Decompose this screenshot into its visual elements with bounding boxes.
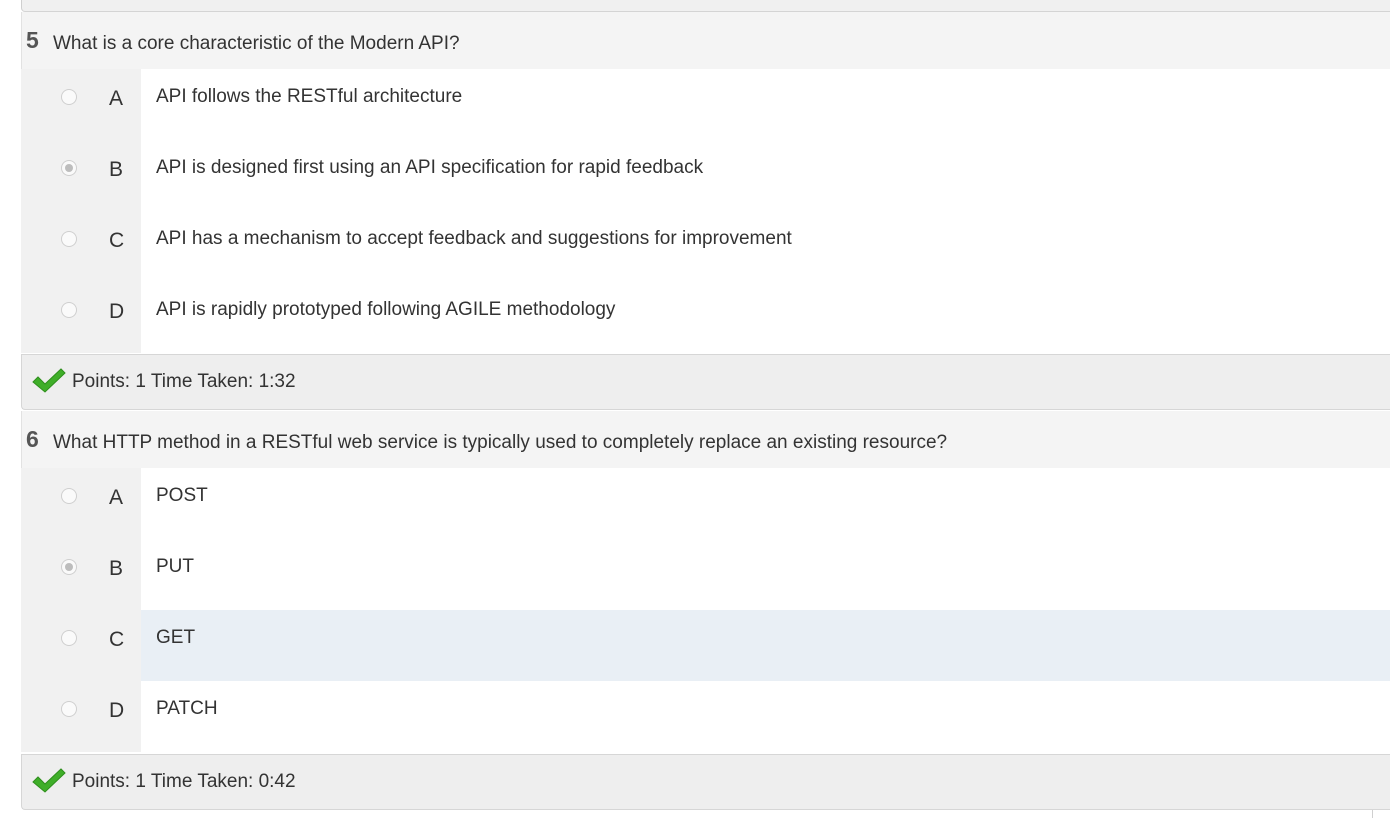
answer-option-b[interactable]: B PUT xyxy=(21,539,1390,610)
question-6-result: Points: 1 Time Taken: 0:42 xyxy=(21,754,1390,810)
answer-option-b[interactable]: B API is designed first using an API spe… xyxy=(21,140,1390,211)
answer-gutter: D xyxy=(21,681,141,752)
checkmark-icon xyxy=(32,768,66,793)
answer-list: A POST B PUT C GET D PATCH xyxy=(21,468,1390,752)
answer-option-d[interactable]: D API is rapidly prototyped following AG… xyxy=(21,282,1390,353)
answer-option-c[interactable]: C GET xyxy=(21,610,1390,681)
answer-letter: C xyxy=(109,229,125,252)
answer-letter: A xyxy=(109,87,124,110)
answer-gutter: A xyxy=(21,69,141,140)
radio-button[interactable] xyxy=(61,630,77,646)
answer-text: API has a mechanism to accept feedback a… xyxy=(156,228,792,249)
answer-gutter: A xyxy=(21,468,141,539)
radio-button[interactable] xyxy=(61,89,77,105)
question-6: 6 What HTTP method in a RESTful web serv… xyxy=(21,411,1390,752)
question-5-result: Points: 1 Time Taken: 1:32 xyxy=(21,354,1390,410)
radio-button[interactable] xyxy=(61,701,77,717)
answer-letter: A xyxy=(109,486,124,509)
radio-button[interactable] xyxy=(61,231,77,247)
answer-option-a[interactable]: A POST xyxy=(21,468,1390,539)
answer-body-hovered: GET xyxy=(141,610,1390,681)
question-number: 5 xyxy=(26,27,39,53)
question-header: 6 What HTTP method in a RESTful web serv… xyxy=(21,411,1390,468)
answer-option-a[interactable]: A API follows the RESTful architecture xyxy=(21,69,1390,140)
question-number: 6 xyxy=(26,426,39,452)
checkmark-icon xyxy=(32,368,66,393)
result-text: Points: 1 Time Taken: 1:32 xyxy=(72,371,296,392)
answer-gutter: D xyxy=(21,282,141,353)
answer-gutter: B xyxy=(21,539,141,610)
answer-gutter: C xyxy=(21,610,141,681)
radio-button-selected[interactable] xyxy=(61,559,77,575)
answer-gutter: C xyxy=(21,211,141,282)
answer-text: PATCH xyxy=(156,698,218,719)
answer-letter: D xyxy=(109,300,125,323)
answer-text: API is rapidly prototyped following AGIL… xyxy=(156,299,616,320)
scroll-edge-divider xyxy=(1372,810,1373,818)
answer-body: API follows the RESTful architecture xyxy=(141,69,1390,140)
answer-body: PUT xyxy=(141,539,1390,610)
question-5: 5 What is a core characteristic of the M… xyxy=(21,12,1390,353)
answer-text: GET xyxy=(156,627,196,648)
question-header: 5 What is a core characteristic of the M… xyxy=(21,12,1390,69)
answer-text: API is designed first using an API speci… xyxy=(156,157,704,178)
question-text: What is a core characteristic of the Mod… xyxy=(53,33,460,54)
previous-question-footer-edge xyxy=(21,0,1390,12)
answer-text: API follows the RESTful architecture xyxy=(156,86,463,107)
radio-button[interactable] xyxy=(61,302,77,318)
answer-body: API is designed first using an API speci… xyxy=(141,140,1390,211)
answer-list: A API follows the RESTful architecture B… xyxy=(21,69,1390,353)
quiz-results-page: 5 What is a core characteristic of the M… xyxy=(0,0,1390,818)
answer-text: PUT xyxy=(156,556,194,577)
answer-option-d[interactable]: D PATCH xyxy=(21,681,1390,752)
answer-letter: D xyxy=(109,699,125,722)
question-text: What HTTP method in a RESTful web servic… xyxy=(53,432,948,453)
answer-letter: B xyxy=(109,557,124,580)
answer-body: POST xyxy=(141,468,1390,539)
answer-body: API is rapidly prototyped following AGIL… xyxy=(141,282,1390,353)
radio-button[interactable] xyxy=(61,488,77,504)
radio-button-selected[interactable] xyxy=(61,160,77,176)
result-text: Points: 1 Time Taken: 0:42 xyxy=(72,771,296,792)
answer-option-c[interactable]: C API has a mechanism to accept feedback… xyxy=(21,211,1390,282)
answer-letter: B xyxy=(109,158,124,181)
answer-letter: C xyxy=(109,628,125,651)
answer-body: API has a mechanism to accept feedback a… xyxy=(141,211,1390,282)
answer-body: PATCH xyxy=(141,681,1390,752)
answer-gutter: B xyxy=(21,140,141,211)
answer-text: POST xyxy=(156,485,208,506)
